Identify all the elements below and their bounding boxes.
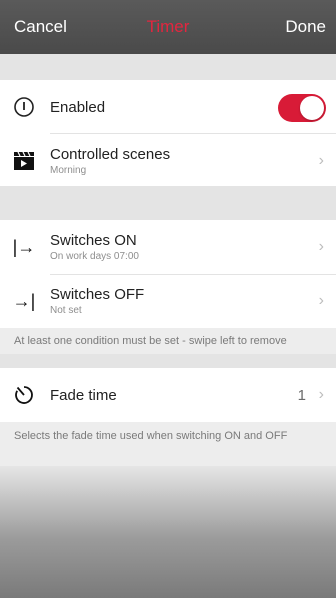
- switches-off-value: Not set: [50, 305, 82, 316]
- nav-title-layer: Timer: [0, 0, 336, 54]
- arrow-right-bar-icon: |→: [12, 236, 36, 257]
- toggle-knob: [300, 96, 324, 120]
- controlled-scenes-row[interactable]: Controlled scenes Morning ›: [0, 134, 336, 188]
- chevron-right-icon: ›: [318, 152, 324, 169]
- arrow-right-to-bar-icon: →|: [12, 290, 36, 311]
- timer-icon: [12, 383, 36, 407]
- section-gap: [0, 186, 336, 220]
- enabled-label: Enabled: [50, 98, 106, 116]
- chevron-right-icon: ›: [318, 386, 324, 403]
- fade-time-label: Fade time: [50, 386, 117, 404]
- page-title: Timer: [146, 17, 190, 36]
- enabled-toggle[interactable]: [278, 94, 326, 122]
- switches-on-label: Switches ON: [50, 232, 137, 249]
- condition-hint: At least one condition must be set - swi…: [14, 335, 287, 347]
- chevron-right-icon: ›: [318, 238, 324, 255]
- background-fade: [0, 466, 336, 598]
- settings-group-fade: Fade time 1 ›: [0, 368, 336, 422]
- settings-group-switches: |→ Switches ON On work days 07:00 › →| S…: [0, 220, 336, 328]
- switches-on-row[interactable]: |→ Switches ON On work days 07:00 ›: [0, 220, 336, 274]
- switches-on-value: On work days 07:00: [50, 251, 139, 262]
- section-gap: [0, 354, 336, 368]
- chevron-right-icon: ›: [318, 292, 324, 309]
- switches-off-row[interactable]: →| Switches OFF Not set ›: [0, 274, 336, 328]
- fade-time-value: 1: [297, 386, 306, 404]
- switches-off-label: Switches OFF: [50, 286, 145, 303]
- controlled-scenes-value: Morning: [50, 165, 87, 176]
- settings-group-general: Enabled Controlled scenes Morning ›: [0, 80, 336, 186]
- enabled-row[interactable]: Enabled: [0, 80, 336, 134]
- fade-hint: Selects the fade time used when switchin…: [14, 430, 288, 442]
- fade-time-row[interactable]: Fade time 1 ›: [0, 368, 336, 422]
- section-gap: [0, 54, 336, 80]
- controlled-scenes-label: Controlled scenes: [50, 146, 171, 163]
- clapperboard-icon: [12, 149, 36, 173]
- power-icon: [12, 95, 36, 119]
